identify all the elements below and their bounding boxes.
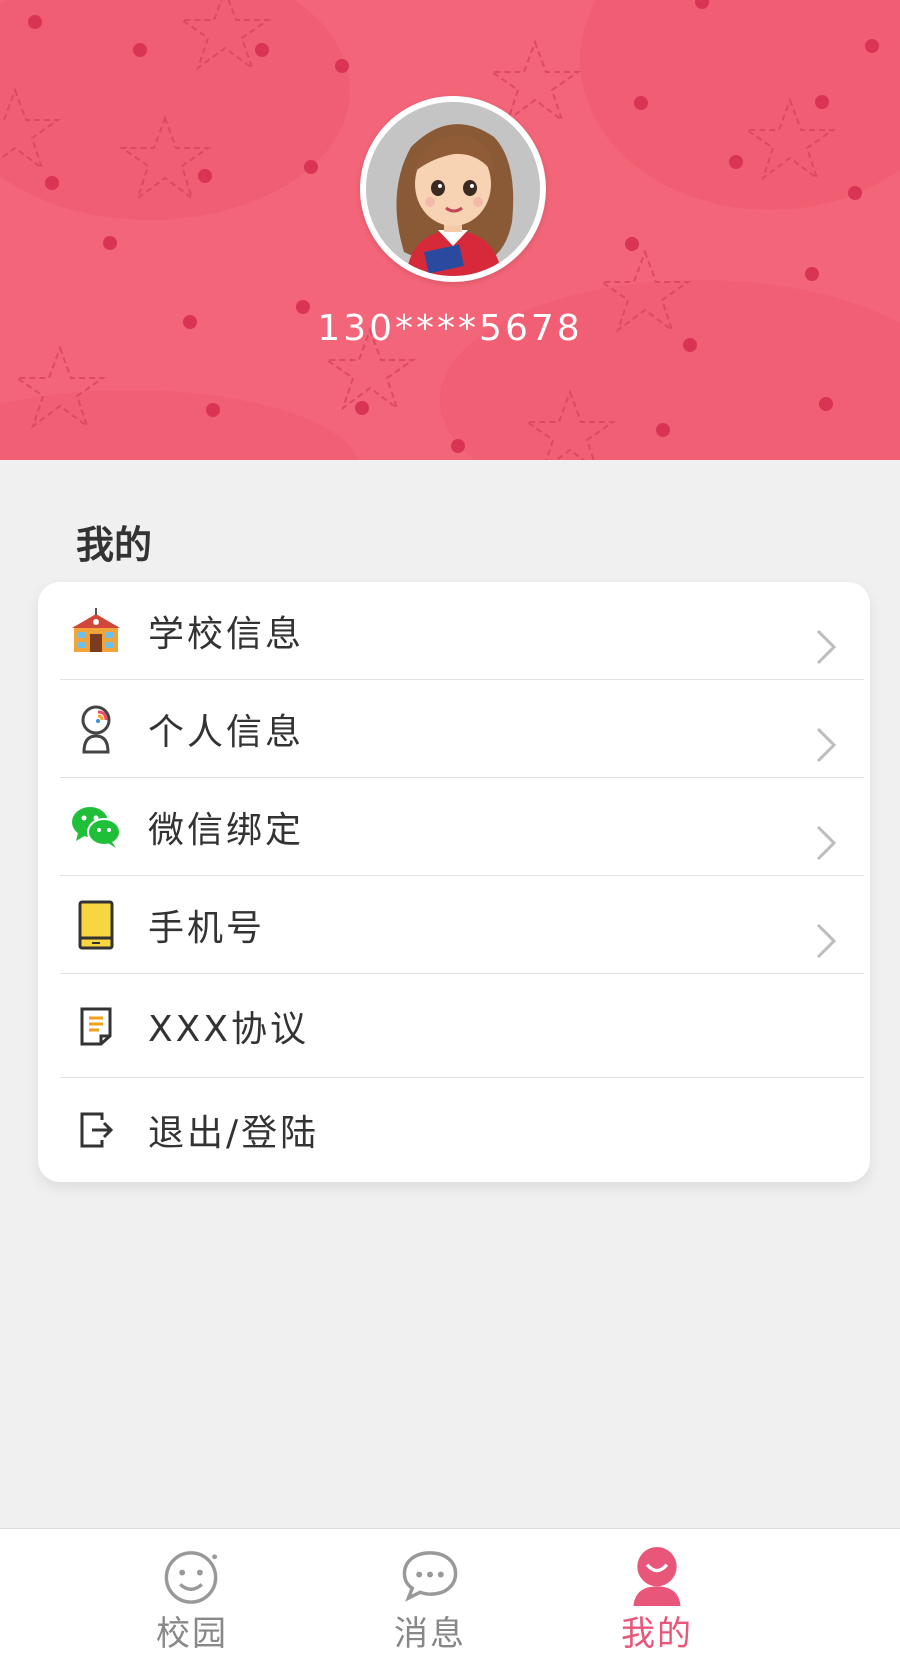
wechat-icon xyxy=(68,799,124,855)
chevron-right-icon xyxy=(816,727,837,763)
tab-messages[interactable]: 消息 xyxy=(350,1529,510,1654)
logout-icon xyxy=(68,1102,124,1158)
agreement-icon xyxy=(68,998,124,1054)
profile-header: 130****5678 xyxy=(0,0,900,460)
personal-info-icon xyxy=(68,701,124,757)
smile-face-icon xyxy=(164,1551,218,1604)
school-icon xyxy=(68,603,124,659)
tab-label: 我的 xyxy=(621,1614,693,1654)
menu-item-personal-info[interactable]: 个人信息 xyxy=(60,680,886,778)
menu-item-wechat-binding[interactable]: 微信绑定 xyxy=(60,778,886,876)
menu-item-label: 退出/登陆 xyxy=(148,1113,320,1154)
menu-item-label: 手机号 xyxy=(148,908,266,949)
menu-item-label: 学校信息 xyxy=(148,614,305,655)
menu-item-label: 微信绑定 xyxy=(148,810,305,851)
tab-label: 校园 xyxy=(156,1614,228,1654)
menu-item-school-info[interactable]: 学校信息 xyxy=(60,582,886,680)
tab-campus[interactable]: 校园 xyxy=(112,1529,272,1654)
menu-item-phone-number[interactable]: 手机号 xyxy=(60,876,886,974)
avatar[interactable] xyxy=(360,96,546,282)
chevron-right-icon xyxy=(816,923,837,959)
chevron-right-icon xyxy=(816,629,837,665)
menu-item-agreement[interactable]: XXX协议 xyxy=(60,974,886,1078)
menu-card: 学校信息 个人信息 微信绑定 手机号 XXX协议 退出/登陆 xyxy=(38,582,870,1182)
avatar-girl-icon xyxy=(366,102,540,276)
chevron-right-icon xyxy=(816,825,837,861)
chat-bubble-icon xyxy=(402,1551,458,1602)
person-icon xyxy=(633,1546,681,1606)
bottom-tab-bar: 校园 消息 我的 xyxy=(0,1528,900,1654)
menu-item-label: XXX协议 xyxy=(148,1009,309,1050)
phone-number: 130****5678 xyxy=(317,308,583,349)
phone-icon xyxy=(68,897,124,953)
tab-label: 消息 xyxy=(394,1614,466,1654)
tab-mine[interactable]: 我的 xyxy=(577,1529,737,1654)
section-title: 我的 xyxy=(76,523,153,567)
menu-item-label: 个人信息 xyxy=(148,712,305,753)
menu-item-logout-login[interactable]: 退出/登陆 xyxy=(60,1078,886,1182)
